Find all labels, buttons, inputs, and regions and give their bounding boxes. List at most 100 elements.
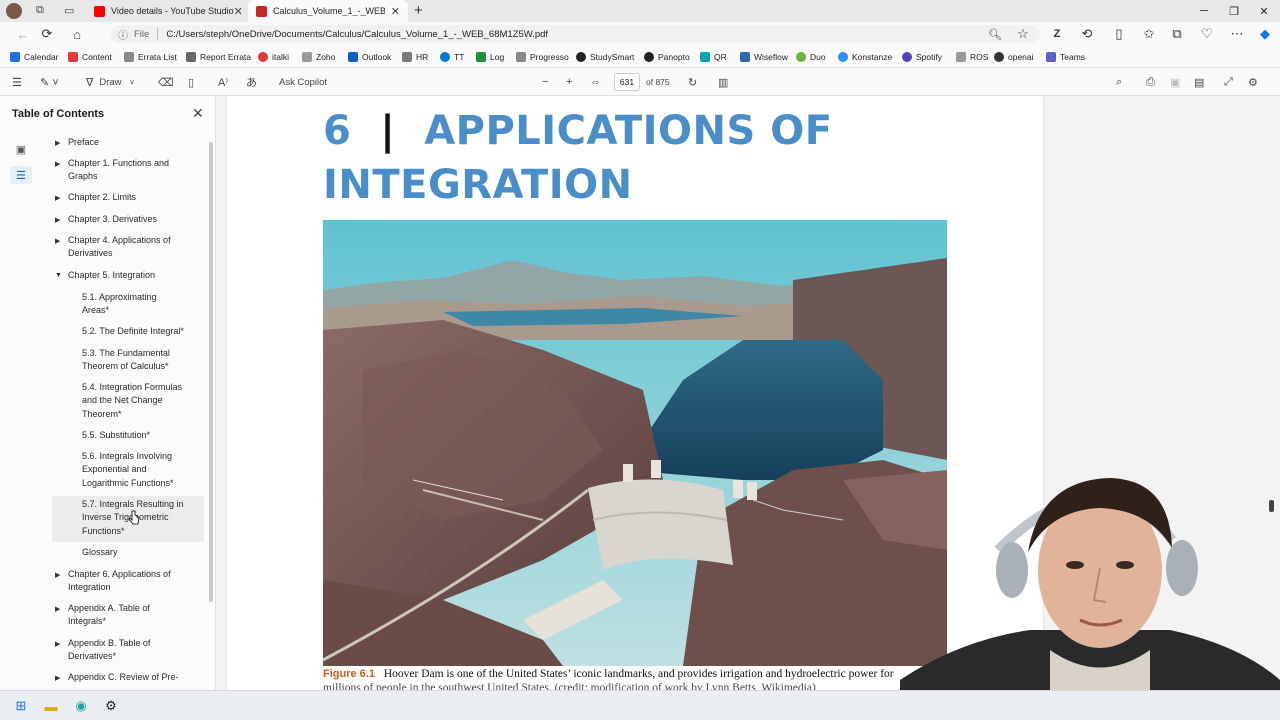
browser-essentials-icon[interactable]: ♡ (1198, 26, 1216, 42)
caret-right-icon[interactable]: ▶ (55, 605, 60, 613)
close-icon[interactable]: ✕ (234, 5, 243, 18)
bookmark-openai[interactable]: openai (994, 50, 1034, 64)
edge-browser-icon[interactable]: ◉ (72, 697, 90, 715)
bookmark-qr[interactable]: QR (700, 50, 727, 64)
toc-item[interactable]: Preface (68, 136, 183, 149)
translate-icon[interactable]: あ (246, 75, 257, 89)
sidebar-scrollbar[interactable] (209, 142, 213, 602)
print-icon[interactable]: ⎙ (1146, 75, 1155, 89)
tab-youtube-studio[interactable]: Video details - YouTube Studio ✕ (86, 0, 246, 22)
bookmark-zoho[interactable]: Zoho (302, 50, 335, 64)
address-bar[interactable]: ⓘ File C:/Users/steph/OneDrive/Documents… (110, 25, 1040, 43)
copilot-icon[interactable]: ◆ (1256, 26, 1274, 42)
zoom-out-icon[interactable]: − (542, 75, 548, 89)
new-tab-button[interactable]: + (414, 2, 423, 19)
toc-subitem[interactable]: 5.6. Integrals Involving Exponential and… (82, 450, 182, 490)
tab-calculus-pdf[interactable]: Calculus_Volume_1_-_WEB_68M ✕ (248, 0, 408, 22)
thumbnails-icon[interactable]: ▣ (10, 140, 32, 158)
toc-item[interactable]: Chapter 1. Functions and Graphs (68, 157, 183, 184)
extension-z-icon[interactable]: Z (1048, 26, 1066, 42)
rotate-icon[interactable]: ↻ (688, 75, 697, 89)
caret-down-icon[interactable]: ▼ (55, 272, 62, 279)
caret-right-icon[interactable]: ▶ (55, 571, 60, 579)
bookmark-log[interactable]: Log (476, 50, 504, 64)
caret-right-icon[interactable]: ▶ (55, 674, 60, 682)
minimize-button[interactable]: ─ (1190, 2, 1218, 20)
tab-actions-icon[interactable]: ▭ (64, 4, 74, 17)
fullscreen-icon[interactable]: ⤢ (1224, 75, 1233, 89)
bookmark-italki[interactable]: italki (258, 50, 289, 64)
bookmark-konstanze[interactable]: Konstanze (838, 50, 892, 64)
recording-app-icon[interactable]: ⚙ (102, 697, 120, 715)
contents-list-icon[interactable]: ☰ (12, 75, 22, 89)
close-icon[interactable]: ✕ (391, 5, 400, 18)
caret-right-icon[interactable]: ▶ (55, 216, 60, 224)
bookmark-studysmart[interactable]: StudySmart (576, 50, 634, 64)
bookmark-outlook[interactable]: Outlook (348, 50, 391, 64)
toc-item[interactable]: Appendix A. Table of Integrals* (68, 602, 163, 629)
zoom-icon[interactable]: 🔍︎ (986, 26, 1004, 42)
bookmark-ros[interactable]: ROS (956, 50, 988, 64)
file-explorer-icon[interactable]: ▬ (42, 697, 60, 715)
fit-page-icon[interactable]: ⇔ (590, 75, 601, 89)
collections-icon[interactable]: ⧉ (1168, 26, 1186, 42)
split-screen-icon[interactable]: ▯ (1110, 26, 1128, 42)
windows-start-icon[interactable]: ⊞ (12, 697, 30, 715)
toc-subitem[interactable]: 5.4. Integration Formulas and the Net Ch… (82, 381, 190, 421)
add-text-icon[interactable]: ▯ (188, 75, 194, 89)
profile-avatar[interactable] (6, 3, 22, 19)
bookmark-duo[interactable]: Duo (796, 50, 826, 64)
favorite-star-icon[interactable]: ☆ (1014, 26, 1032, 42)
caret-right-icon[interactable]: ▶ (55, 640, 60, 648)
draw-button[interactable]: ∇ Draw ˅ (86, 75, 134, 89)
toc-item[interactable]: Chapter 6. Applications of Integration (68, 568, 183, 595)
caret-right-icon[interactable]: ▶ (55, 160, 60, 168)
page-number-input[interactable]: 631 (614, 73, 640, 91)
settings-gear-icon[interactable]: ⚙ (1248, 75, 1258, 89)
restore-button[interactable]: ❐ (1220, 2, 1248, 20)
bookmark-content[interactable]: Content (68, 50, 112, 64)
search-icon[interactable]: ⌕ (1116, 75, 1122, 89)
bookmark-report-errata[interactable]: Report Errata (186, 50, 251, 64)
caret-right-icon[interactable]: ▶ (55, 139, 60, 147)
extensions-icon[interactable]: ⟲ (1078, 26, 1096, 42)
toc-item[interactable]: Chapter 5. Integration (68, 269, 183, 282)
bookmark-wiseflow[interactable]: Wiseflow (740, 50, 788, 64)
highlight-icon[interactable]: ✎ ˅ (40, 75, 59, 89)
bookmark-tt[interactable]: TT (440, 50, 464, 64)
page-view-icon[interactable]: ▥ (718, 75, 728, 89)
toc-item[interactable]: Chapter 2. Limits (68, 191, 183, 204)
bookmark-errata-list[interactable]: Errata List (124, 50, 177, 64)
close-window-button[interactable]: ✕ (1250, 2, 1278, 20)
bookmark-panopto[interactable]: Panopto (644, 50, 690, 64)
zoom-in-icon[interactable]: + (566, 75, 572, 89)
more-menu-icon[interactable]: ⋯ (1228, 26, 1246, 42)
ask-copilot-button[interactable]: Ask Copilot (279, 75, 327, 89)
toc-item[interactable]: Appendix C. Review of Pre- (68, 671, 183, 687)
toc-subitem[interactable]: 5.5. Substitution* (82, 429, 192, 442)
toc-item[interactable]: Appendix B. Table of Derivatives* (68, 637, 163, 664)
outline-list-icon[interactable]: ☰ (10, 166, 32, 184)
workspaces-icon[interactable]: ⧉ (36, 4, 44, 17)
refresh-icon[interactable]: ⟳ (38, 26, 56, 42)
toc-subitem[interactable]: 5.3. The Fundamental Theorem of Calculus… (82, 347, 177, 374)
read-aloud-icon[interactable]: A⁾ (218, 75, 228, 89)
save-as-icon[interactable]: ▤ (1194, 75, 1204, 89)
bookmark-teams[interactable]: Teams (1046, 50, 1085, 64)
toc-subitem[interactable]: Glossary (82, 546, 192, 559)
toc-item[interactable]: Chapter 3. Derivatives (68, 213, 183, 226)
favorites-icon[interactable]: ✩ (1140, 26, 1158, 42)
caret-right-icon[interactable]: ▶ (55, 237, 60, 245)
toc-item[interactable]: Chapter 4. Applications of Derivatives (68, 234, 183, 261)
bookmark-spotify[interactable]: Spotify (902, 50, 942, 64)
bookmark-hr[interactable]: HR (402, 50, 428, 64)
bookmark-calendar[interactable]: Calendar (10, 50, 59, 64)
back-icon[interactable]: ← (14, 26, 32, 42)
bookmark-progresso[interactable]: Progresso (516, 50, 569, 64)
home-icon[interactable]: ⌂ (68, 26, 86, 42)
eraser-icon[interactable]: ⌫ (158, 75, 174, 89)
toc-subitem[interactable]: 5.2. The Definite Integral* (82, 325, 192, 338)
caret-right-icon[interactable]: ▶ (55, 194, 60, 202)
toc-subitem[interactable]: 5.1. Approximating Areas* (82, 291, 172, 318)
close-icon[interactable]: ✕ (192, 105, 204, 122)
